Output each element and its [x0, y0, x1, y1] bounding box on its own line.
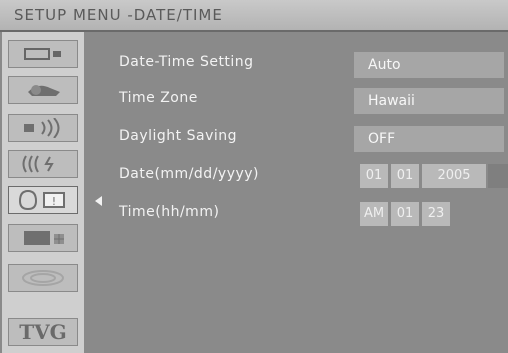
sidebar-item-audio[interactable] [8, 114, 78, 142]
selection-pointer-icon [95, 196, 102, 206]
sidebar-item-camera[interactable] [8, 76, 78, 104]
page-title: SETUP MENU -DATE/TIME [14, 6, 223, 24]
signal-icon [22, 155, 54, 173]
label-time-zone: Time Zone [119, 90, 198, 106]
sidebar-item-lock[interactable]: ! [8, 186, 78, 214]
camera-icon [28, 85, 60, 96]
sidebar-item-signal[interactable] [8, 150, 78, 178]
time-hour-field[interactable]: 01 [391, 202, 419, 226]
daylight-saving-value[interactable]: OFF [354, 126, 504, 152]
label-daylight-saving: Daylight Saving [119, 128, 238, 144]
date-scrollbar[interactable] [488, 164, 508, 188]
disc-icon [22, 270, 64, 286]
title-bar: SETUP MENU -DATE/TIME [0, 0, 508, 32]
date-month-field[interactable]: 01 [360, 164, 388, 188]
sidebar-item-disc[interactable] [8, 264, 78, 292]
audio-icon [24, 118, 60, 138]
time-zone-value[interactable]: Hawaii [354, 88, 504, 114]
tvg-icon: TVG [19, 320, 67, 344]
lock-badge: ! [52, 195, 56, 208]
time-ampm-field[interactable]: AM [360, 202, 388, 226]
date-time-setting-value[interactable]: Auto [354, 52, 504, 78]
display-icon [24, 48, 61, 60]
setup-screen: SETUP MENU -DATE/TIME ! TVG Date-Time Se… [0, 0, 508, 353]
label-time: Time(hh/mm) [119, 204, 220, 220]
sidebar-item-tvg[interactable]: TVG [8, 318, 78, 346]
label-date-time-setting: Date-Time Setting [119, 54, 254, 70]
sidebar-item-tv-grid[interactable] [8, 224, 78, 252]
date-day-field[interactable]: 01 [391, 164, 419, 188]
sidebar: ! TVG [2, 32, 84, 353]
settings-panel: Date-Time Setting Auto Time Zone Hawaii … [84, 32, 508, 353]
time-minute-field[interactable]: 23 [422, 202, 450, 226]
lock-icon: ! [18, 189, 65, 211]
sidebar-item-display[interactable] [8, 40, 78, 68]
tv-grid-icon [24, 231, 64, 245]
date-year-field[interactable]: 2005 [422, 164, 486, 188]
label-date: Date(mm/dd/yyyy) [119, 166, 260, 182]
